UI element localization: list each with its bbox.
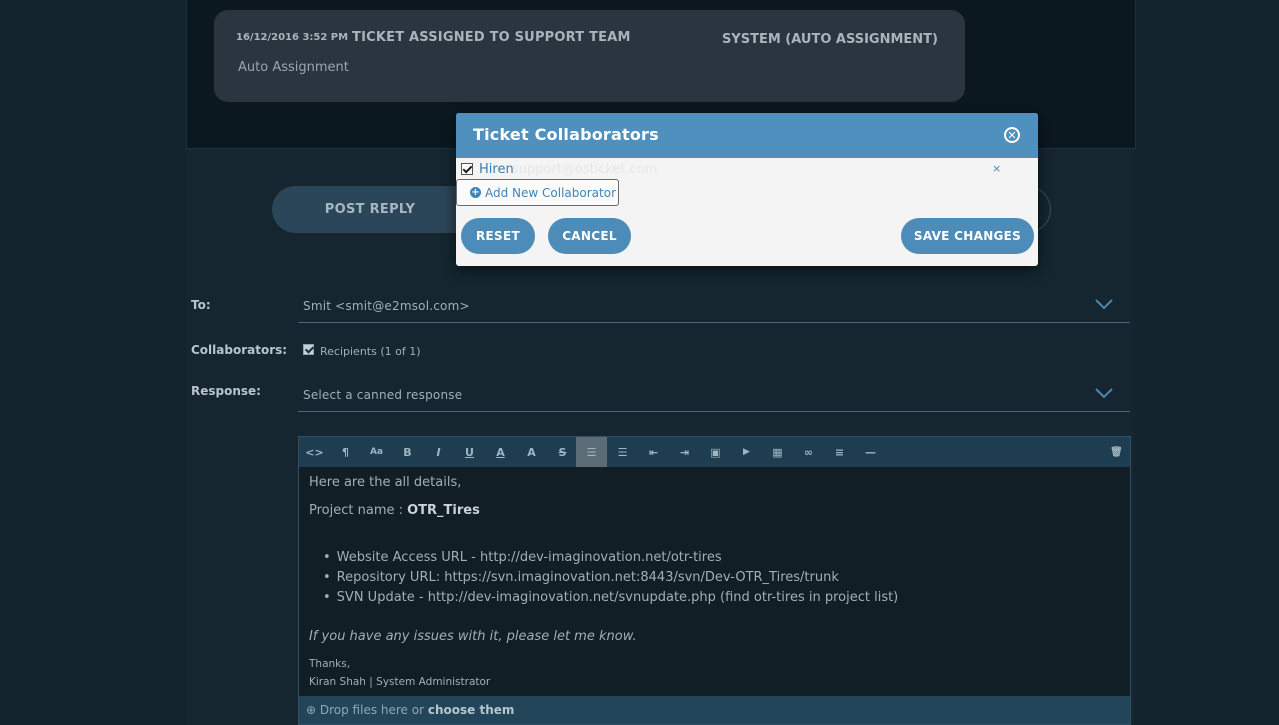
collaborator-name[interactable]: Hiren <box>479 162 514 177</box>
list-item: Website Access URL - http://dev-imaginov… <box>323 548 898 568</box>
add-collaborator-label: Add New Collaborator <box>485 185 617 200</box>
link-icon[interactable]: ∞ <box>793 437 824 467</box>
response-label: Response: <box>191 384 261 398</box>
italic-icon[interactable]: I <box>423 437 454 467</box>
upload-icon: ⊕ <box>306 703 320 717</box>
thread-entry: 16/12/2016 3:52 PM TICKET ASSIGNED TO SU… <box>214 10 965 102</box>
project-name: OTR_Tires <box>407 503 480 518</box>
to-value: Smit <smit@e2msol.com> <box>303 299 470 313</box>
project-label: Project name : <box>309 503 408 518</box>
horizontal-rule-icon[interactable]: — <box>855 437 886 467</box>
add-collaborator-button[interactable]: + Add New Collaborator <box>456 179 619 206</box>
post-reply-tab[interactable]: POST REPLY <box>272 186 468 233</box>
canned-response-select[interactable]: Select a canned response <box>298 384 1130 412</box>
table-icon[interactable]: ▦ <box>762 437 793 467</box>
collaborators-value[interactable]: Recipients (1 of 1) <box>320 345 421 358</box>
background-right <box>1135 0 1279 725</box>
modal-header: Ticket Collaborators ✕ <box>456 113 1038 158</box>
remove-collaborator-icon[interactable]: × <box>992 162 1001 175</box>
list-item: SVN Update - http://dev-imaginovation.ne… <box>323 588 899 608</box>
ordered-list-icon[interactable]: ☰ <box>607 437 638 467</box>
image-icon[interactable]: ▣ <box>700 437 731 467</box>
to-field[interactable]: Smit <smit@e2msol.com> <box>298 295 1130 323</box>
highlight-icon[interactable]: A <box>516 437 547 467</box>
content-line-thanks: Thanks, <box>309 658 351 670</box>
file-drop-zone[interactable]: ⊕ Drop files here or choose them <box>299 696 1130 724</box>
unordered-list-icon[interactable]: ☰ <box>576 437 607 467</box>
content-line-project: Project name : OTR_Tires <box>309 503 480 518</box>
paragraph-icon[interactable]: ¶ <box>330 437 361 467</box>
close-icon[interactable]: ✕ <box>1004 127 1020 143</box>
content-line-issues: If you have any issues with it, please l… <box>309 629 637 644</box>
underline-icon[interactable]: U <box>454 437 485 467</box>
choose-files-link[interactable]: choose them <box>428 703 515 717</box>
content-line-greeting: Here are the all details, <box>309 475 462 490</box>
drop-text: Drop files here or <box>319 703 428 717</box>
align-icon[interactable]: ≡ <box>824 437 855 467</box>
plus-icon: + <box>470 186 481 198</box>
outdent-icon[interactable]: ⇤ <box>638 437 669 467</box>
chevron-down-icon[interactable] <box>1094 386 1114 400</box>
editor-toolbar: <> ¶ Aa B I U A A S ☰ ☰ ⇤ ⇥ ▣ ▶ ▦ ∞ ≡ — … <box>299 437 1130 467</box>
modal-title: Ticket Collaborators <box>473 125 659 144</box>
thread-title: TICKET ASSIGNED TO SUPPORT TEAM <box>352 30 631 45</box>
video-icon[interactable]: ▶ <box>731 437 762 467</box>
save-changes-button[interactable]: SAVE CHANGES <box>901 218 1034 254</box>
trash-icon[interactable]: 🗑 <box>1101 437 1132 467</box>
font-color-icon[interactable]: A <box>485 437 516 467</box>
details-list: Website Access URL - http://dev-imaginov… <box>323 548 899 608</box>
collaborator-checkbox[interactable] <box>461 163 473 175</box>
thread-author: SYSTEM (AUTO ASSIGNMENT) <box>721 32 938 47</box>
reset-button[interactable]: RESET <box>461 218 535 254</box>
bold-icon[interactable]: B <box>392 437 423 467</box>
indent-icon[interactable]: ⇥ <box>669 437 700 467</box>
thread-body: Auto Assignment <box>238 60 349 75</box>
font-size-icon[interactable]: Aa <box>361 437 392 467</box>
collaborator-email: support@osticket.com <box>512 162 658 177</box>
chevron-down-icon[interactable] <box>1094 297 1114 311</box>
thread-timestamp: 16/12/2016 3:52 PM <box>236 32 349 43</box>
collaborators-checkbox[interactable] <box>303 344 314 355</box>
collaborators-label: Collaborators: <box>191 343 288 357</box>
cancel-button[interactable]: CANCEL <box>548 218 631 254</box>
canned-response-placeholder: Select a canned response <box>303 388 463 402</box>
to-label: To: <box>191 298 211 312</box>
background-left <box>0 0 186 725</box>
html-icon[interactable]: <> <box>299 437 330 467</box>
strikethrough-icon[interactable]: S <box>547 437 578 467</box>
collaborators-modal: Ticket Collaborators ✕ Hiren support@ost… <box>456 113 1038 266</box>
content-signature: Kiran Shah | System Administrator <box>309 676 491 688</box>
list-item: Repository URL: https://svn.imaginovatio… <box>323 568 898 588</box>
rich-text-editor[interactable]: <> ¶ Aa B I U A A S ☰ ☰ ⇤ ⇥ ▣ ▶ ▦ ∞ ≡ — … <box>298 436 1131 725</box>
